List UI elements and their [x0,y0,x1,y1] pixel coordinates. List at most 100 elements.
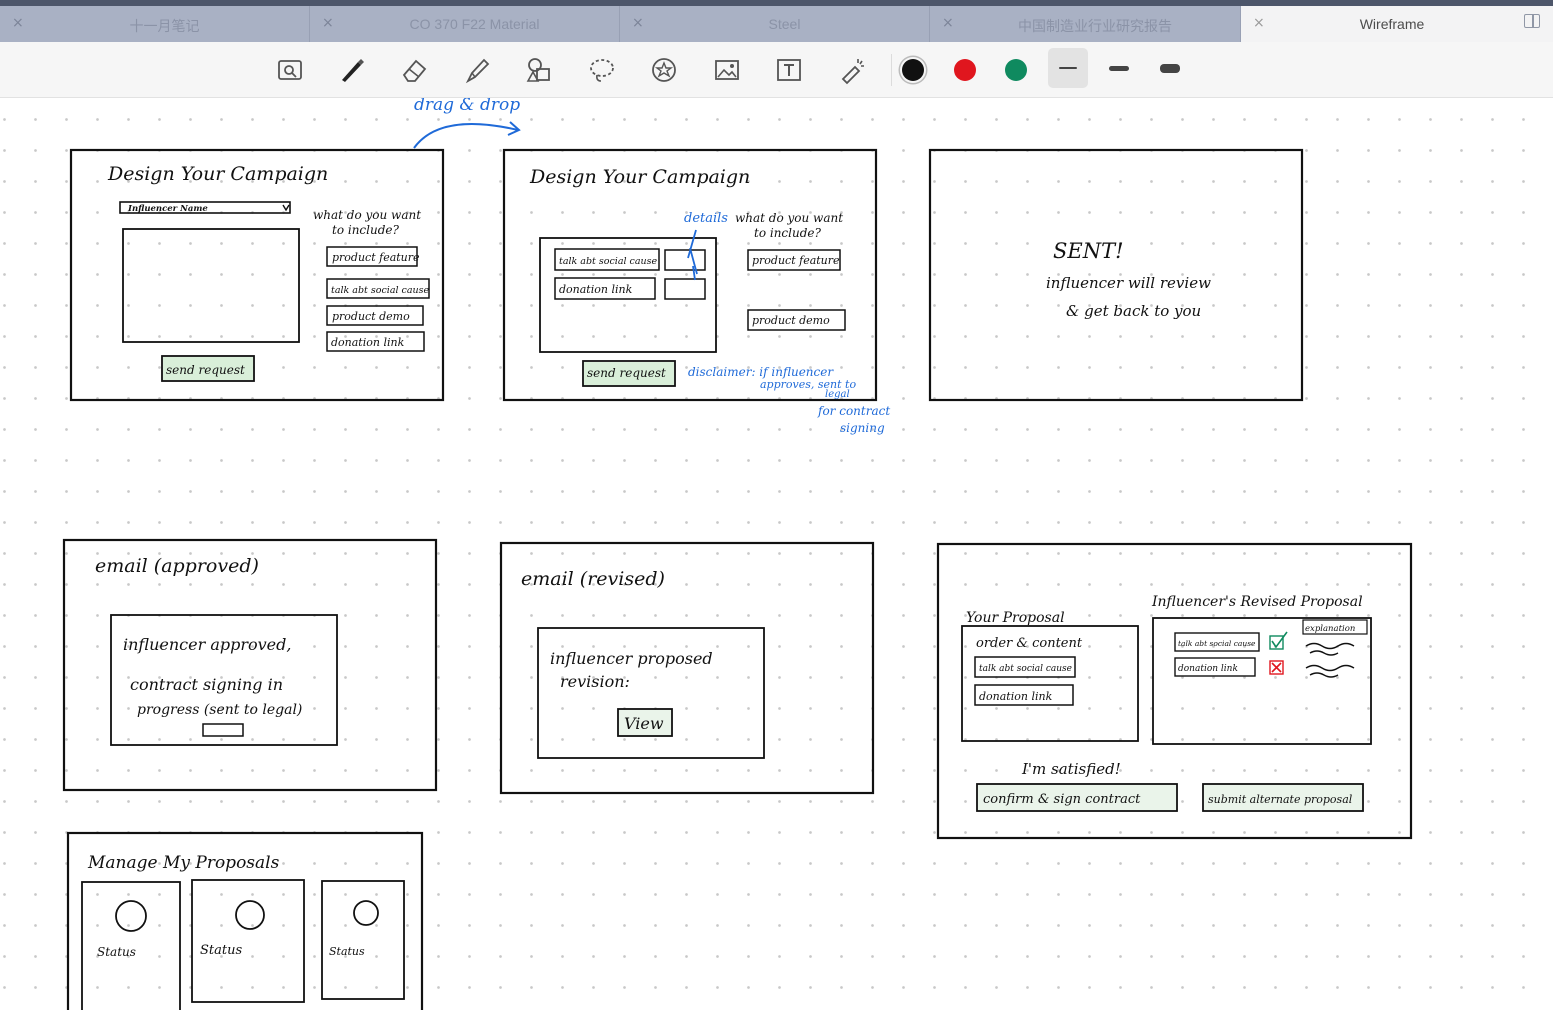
tab-1[interactable]: × 十一月笔记 [0,6,310,42]
alternate-label: submit alternate proposal [1208,793,1353,806]
frame1-option-4: donation link [331,336,405,349]
status-circle-3 [353,900,379,926]
text-tool[interactable] [771,52,807,88]
check-mark [1271,631,1288,649]
dropdown-label: Influencer Name [127,204,208,214]
sticker-tool[interactable] [646,52,682,88]
proposal-card-2 [191,879,305,1003]
eraser-tool[interactable] [396,52,432,88]
revised-message-box [537,627,765,759]
note-canvas[interactable]: drag & drop Design Your Campaign Influen… [0,98,1553,1010]
frame2-option-2: product demo [752,314,830,327]
card-2-status: Status [200,943,242,958]
color-red-swatch[interactable] [954,59,976,81]
pen-tool[interactable] [333,52,369,88]
frame-design-campaign-1 [69,148,445,402]
tab-label: Steel [768,16,801,32]
drag-drop-note: drag & drop [414,98,520,115]
laser-pointer-tool[interactable] [834,52,870,88]
laser-pointer-icon [841,59,864,85]
detail-box-1 [664,249,706,271]
color-green-swatch[interactable] [1005,59,1027,81]
stroke-thin-option[interactable] [1048,48,1088,88]
frame1-title: Design Your Campaign [107,163,328,185]
details-note: details [684,211,728,226]
lasso-tool[interactable] [584,52,620,88]
frame1-option-1: product feature [332,251,420,264]
explanation-label: explanation [1305,624,1355,634]
confirm-label: confirm & sign contract [983,792,1141,807]
shapes-icon [526,58,550,82]
frame2-option-1: product feature [752,254,840,267]
frame2-question-2: to include? [754,226,821,240]
disclaimer-line-5: signing [840,421,885,435]
sticker-icon [652,58,676,82]
zoom-view-icon [278,60,302,80]
image-tool[interactable] [709,52,745,88]
detail-box-2 [664,278,706,300]
status-circle-2 [235,900,265,930]
frame7-title: Manage My Proposals [87,853,280,873]
drag-arrow [413,123,519,149]
explanation-scribble-2 [1305,664,1355,678]
card-1-status: Status [97,945,136,959]
proposal-item-1-label: talk abt social cause [979,664,1072,674]
frame2-question-1: what do you want [735,211,843,225]
revised-item-2-label: donation link [1178,664,1238,674]
disclaimer-line-4: for contract [817,404,890,418]
tab-4[interactable]: × 中国制造业行业研究报告 [930,6,1241,42]
frame-email-approved [62,538,438,792]
text-box-icon [777,59,801,81]
frame2-dropped-1: talk abt social cause [559,256,658,267]
frame2-title: Design Your Campaign [529,166,750,188]
tab-label: CO 370 F22 Material [409,16,540,32]
toolbar-divider [891,54,892,86]
approved-line-2: contract signing in [130,675,283,694]
sidebar-toggle-icon[interactable] [1524,14,1540,28]
stroke-medium-icon [1109,65,1129,71]
tab-label: 十一月笔记 [129,18,200,34]
stroke-thin-icon [1059,67,1077,69]
tab-close-icon[interactable]: × [322,15,334,31]
tab-close-icon[interactable]: × [1253,15,1265,31]
revised-item-1-label: talk abt social cause [1178,639,1256,648]
revised-line-1: influencer proposed [550,649,713,668]
your-proposal-label: Your Proposal [966,610,1065,626]
stroke-thick-option[interactable] [1150,48,1190,88]
sent-title: SENT! [1053,239,1124,263]
explanation-scribble-1 [1305,642,1355,656]
tab-close-icon[interactable]: × [632,15,644,31]
frame1-send-label: send request [166,363,245,377]
drawing-toolbar [0,42,1553,98]
dropdown-chevron-icon [282,204,290,212]
proposal-item-2-label: donation link [979,690,1053,703]
frame4-title: email (approved) [95,555,259,577]
card-3-status: Status [329,945,365,958]
frame1-question-2: to include? [332,223,399,237]
frame1-question-1: what do you want [313,208,421,222]
tab-5-active[interactable]: × Wireframe [1241,6,1553,42]
tab-2[interactable]: × CO 370 F22 Material [310,6,620,42]
tab-3[interactable]: × Steel [620,6,930,42]
stroke-thick-icon [1160,63,1180,73]
approved-small-button [202,723,244,737]
frame1-option-2: talk abt social cause [331,285,430,296]
frame2-dropped-2: donation link [559,283,633,296]
tab-close-icon[interactable]: × [942,15,954,31]
image-icon [715,60,739,80]
disclaimer-line-1: disclaimer: if influencer [688,365,834,379]
stroke-medium-option[interactable] [1099,48,1139,88]
satisfied-label: I'm satisfied! [1021,760,1121,778]
tab-close-icon[interactable]: × [12,15,24,31]
tab-label: Wireframe [1359,16,1425,32]
zoom-view-tool[interactable] [272,52,308,88]
approved-line-3: progress (sent to legal) [137,702,302,718]
highlighter-tool[interactable] [459,52,495,88]
approved-line-1: influencer approved, [123,635,291,654]
revised-proposal-box [1152,617,1372,745]
shapes-tool[interactable] [521,52,557,88]
frame5-title: email (revised) [521,568,665,590]
color-black-swatch[interactable] [902,59,924,81]
sent-line-2: & get back to you [1066,302,1201,320]
tab-bar: × 十一月笔记 × CO 370 F22 Material × Steel × … [0,0,1553,42]
